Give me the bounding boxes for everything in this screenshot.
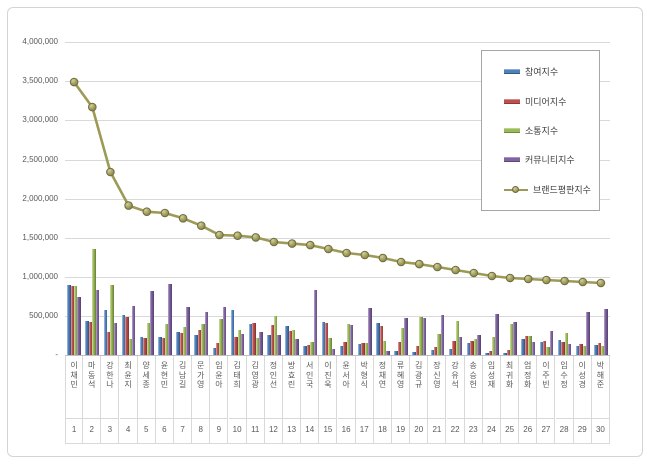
legend-label: 브랜드평판지수: [533, 184, 591, 195]
legend-label: 미디어지수: [525, 96, 567, 107]
legend: 참여지수 미디어지수 소통지수 커뮤니티지수 브랜드평판지수: [481, 50, 600, 211]
legend-item-media-index: 미디어지수: [504, 95, 599, 108]
line-marker: [596, 278, 606, 288]
line-marker: [251, 233, 261, 242]
legend-item-participation-index: 참여지수: [504, 65, 599, 78]
line-marker: [160, 208, 170, 218]
line-marker: [415, 259, 424, 269]
line-marker: [451, 265, 460, 275]
line-marker: [197, 221, 206, 230]
line-marker: [106, 167, 115, 177]
legend-item-community-index: 커뮤니티지수: [504, 153, 599, 166]
line-marker: [233, 231, 242, 240]
line-marker: [215, 230, 224, 240]
line-marker: [378, 253, 388, 263]
legend-item-brand-reputation-index: 브랜드평판지수: [504, 183, 599, 196]
line-marker: [324, 244, 333, 254]
brand-reputation-index-swatch: [504, 185, 528, 193]
legend-label: 커뮤니티지수: [525, 155, 575, 166]
line-marker: [178, 214, 188, 223]
line-marker: [306, 240, 315, 250]
line-marker: [360, 250, 370, 260]
participation-index-swatch: [504, 69, 520, 75]
line-marker: [487, 271, 497, 281]
line-marker: [269, 237, 279, 247]
line-marker: [505, 273, 515, 283]
line-marker: [88, 102, 97, 112]
line-marker: [469, 268, 479, 278]
communication-index-swatch: [504, 127, 520, 133]
line-marker: [542, 275, 551, 285]
line-marker: [524, 274, 533, 284]
legend-label: 소통지수: [525, 125, 559, 136]
line-marker: [342, 248, 351, 258]
legend-label: 참여지수: [525, 67, 559, 78]
line-marker: [69, 77, 79, 87]
line-marker: [142, 207, 152, 216]
media-index-swatch: [504, 98, 520, 104]
line-marker: [578, 277, 588, 287]
line-marker: [287, 239, 297, 248]
community-index-swatch: [504, 157, 520, 163]
brand-reputation-chart: 4,000,000 3,500,000 3,000,000 2,500,000 2,00…: [0, 0, 650, 464]
line-marker: [124, 201, 133, 210]
legend-item-communication-index: 소통지수: [504, 124, 599, 137]
line-marker: [396, 257, 406, 267]
line-marker: [560, 276, 569, 286]
line-marker: [433, 262, 442, 272]
